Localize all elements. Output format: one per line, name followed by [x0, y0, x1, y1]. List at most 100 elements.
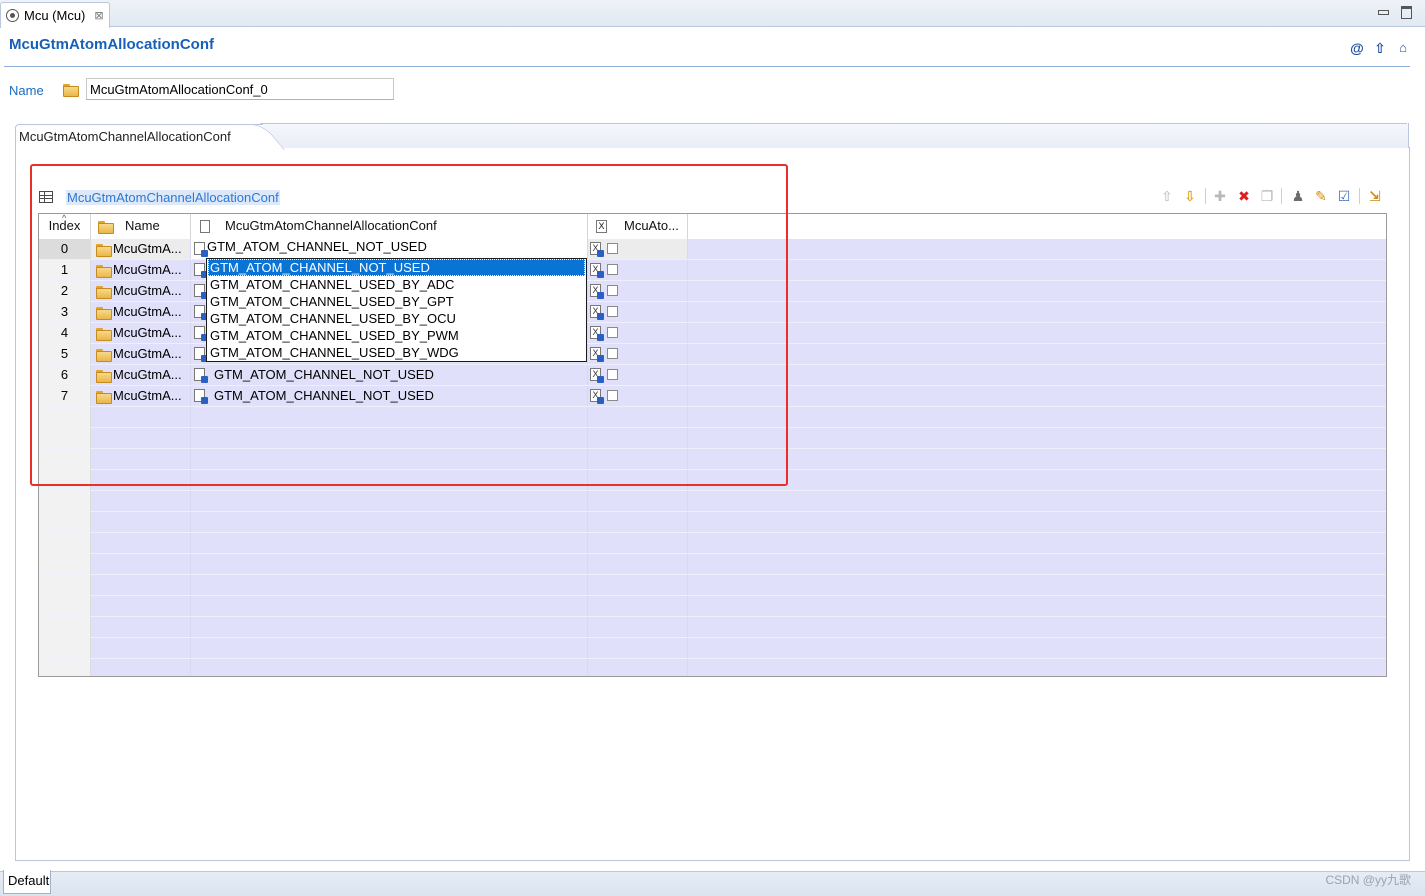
row-conf-cell[interactable] [191, 638, 588, 658]
row-filler [688, 449, 1386, 469]
row-filler [688, 428, 1386, 448]
add-icon[interactable]: ✚ [1212, 188, 1228, 204]
row-conf-cell[interactable] [191, 575, 588, 595]
row-index [39, 575, 91, 595]
row-name-cell[interactable] [91, 596, 191, 616]
home-icon[interactable]: ⌂ [1395, 40, 1411, 56]
row-filler [688, 323, 1386, 343]
header-divider [4, 66, 1410, 67]
highlight-box [30, 164, 788, 486]
row-name-cell[interactable] [91, 533, 191, 553]
row-name-cell[interactable] [91, 617, 191, 637]
row-filler [688, 596, 1386, 616]
row-filler [688, 470, 1386, 490]
table-row[interactable] [39, 659, 1386, 676]
row-filler [688, 638, 1386, 658]
bottom-tab-bar [0, 871, 1425, 896]
row-filler [688, 365, 1386, 385]
move-down-icon[interactable]: ⇩ [1182, 188, 1198, 204]
row-conf-cell[interactable] [191, 533, 588, 553]
page-title: McuGtmAtomAllocationConf [9, 36, 214, 53]
edit-table-icon[interactable]: ☑ [1336, 188, 1352, 204]
row-index [39, 659, 91, 676]
row-name-cell[interactable] [91, 491, 191, 511]
row-index [39, 638, 91, 658]
close-tab-icon[interactable]: ⊠ [94, 9, 103, 22]
toolbar-separator [1359, 188, 1360, 204]
row-index [39, 596, 91, 616]
row-filler [688, 659, 1386, 676]
row-filler [688, 533, 1386, 553]
row-mcu-cell[interactable] [588, 617, 688, 637]
row-filler [688, 512, 1386, 532]
row-filler [688, 407, 1386, 427]
row-name-cell[interactable] [91, 512, 191, 532]
editor-tab-mcu[interactable]: Mcu (Mcu) ⊠ [0, 2, 110, 28]
delete-icon[interactable]: ✖ [1236, 188, 1252, 204]
at-icon[interactable]: @ [1349, 40, 1365, 56]
row-filler [688, 575, 1386, 595]
row-filler [688, 281, 1386, 301]
row-filler [688, 239, 1386, 259]
copy-icon[interactable]: ❐ [1259, 188, 1275, 204]
row-mcu-cell[interactable] [588, 491, 688, 511]
toolbar-separator [1205, 188, 1206, 204]
row-filler [688, 302, 1386, 322]
row-filler [688, 554, 1386, 574]
move-up-icon[interactable]: ⇧ [1159, 188, 1175, 204]
tab-channel-allocation-label[interactable]: McuGtmAtomChannelAllocationConf [19, 129, 231, 144]
table-row[interactable] [39, 575, 1386, 596]
minimize-icon[interactable] [1376, 4, 1390, 18]
table-row[interactable] [39, 491, 1386, 512]
table-row[interactable] [39, 533, 1386, 554]
watermark: CSDN @yy九歌 [1325, 873, 1411, 887]
up-arrow-icon[interactable]: ⇧ [1372, 40, 1388, 56]
row-conf-cell[interactable] [191, 617, 588, 637]
row-filler [688, 617, 1386, 637]
maximize-icon[interactable] [1399, 4, 1413, 19]
table-row[interactable] [39, 554, 1386, 575]
tab-default[interactable]: Default [3, 870, 51, 894]
row-mcu-cell[interactable] [588, 512, 688, 532]
row-index [39, 491, 91, 511]
table-row[interactable] [39, 617, 1386, 638]
name-label: Name [9, 83, 44, 98]
editor-tab-bar: Mcu (Mcu) ⊠ [0, 0, 1425, 28]
row-index [39, 617, 91, 637]
subtab-strip-border [260, 123, 1407, 124]
row-conf-cell[interactable] [191, 596, 588, 616]
table-row[interactable] [39, 638, 1386, 659]
row-mcu-cell[interactable] [588, 575, 688, 595]
row-name-cell[interactable] [91, 659, 191, 676]
row-filler [688, 344, 1386, 364]
subtab-strip-edge [1408, 123, 1409, 148]
row-conf-cell[interactable] [191, 491, 588, 511]
row-mcu-cell[interactable] [588, 659, 688, 676]
user-icon[interactable]: ♟ [1290, 188, 1306, 204]
edit-icon[interactable]: ✎ [1313, 188, 1329, 204]
subtab-strip [260, 124, 1408, 148]
row-conf-cell[interactable] [191, 512, 588, 532]
row-mcu-cell[interactable] [588, 554, 688, 574]
row-index [39, 554, 91, 574]
row-name-cell[interactable] [91, 638, 191, 658]
row-mcu-cell[interactable] [588, 638, 688, 658]
folder-icon [63, 84, 79, 97]
table-row[interactable] [39, 596, 1386, 617]
row-filler [688, 386, 1386, 406]
editor-tab-label: Mcu (Mcu) [24, 8, 86, 23]
row-filler [688, 260, 1386, 280]
row-filler [688, 491, 1386, 511]
row-conf-cell[interactable] [191, 554, 588, 574]
row-conf-cell[interactable] [191, 659, 588, 676]
name-input[interactable] [86, 78, 394, 100]
row-index [39, 533, 91, 553]
export-icon[interactable]: ⇲ [1367, 188, 1383, 204]
row-name-cell[interactable] [91, 554, 191, 574]
row-mcu-cell[interactable] [588, 533, 688, 553]
row-mcu-cell[interactable] [588, 596, 688, 616]
row-index [39, 512, 91, 532]
row-name-cell[interactable] [91, 575, 191, 595]
table-row[interactable] [39, 512, 1386, 533]
module-icon [6, 9, 19, 22]
